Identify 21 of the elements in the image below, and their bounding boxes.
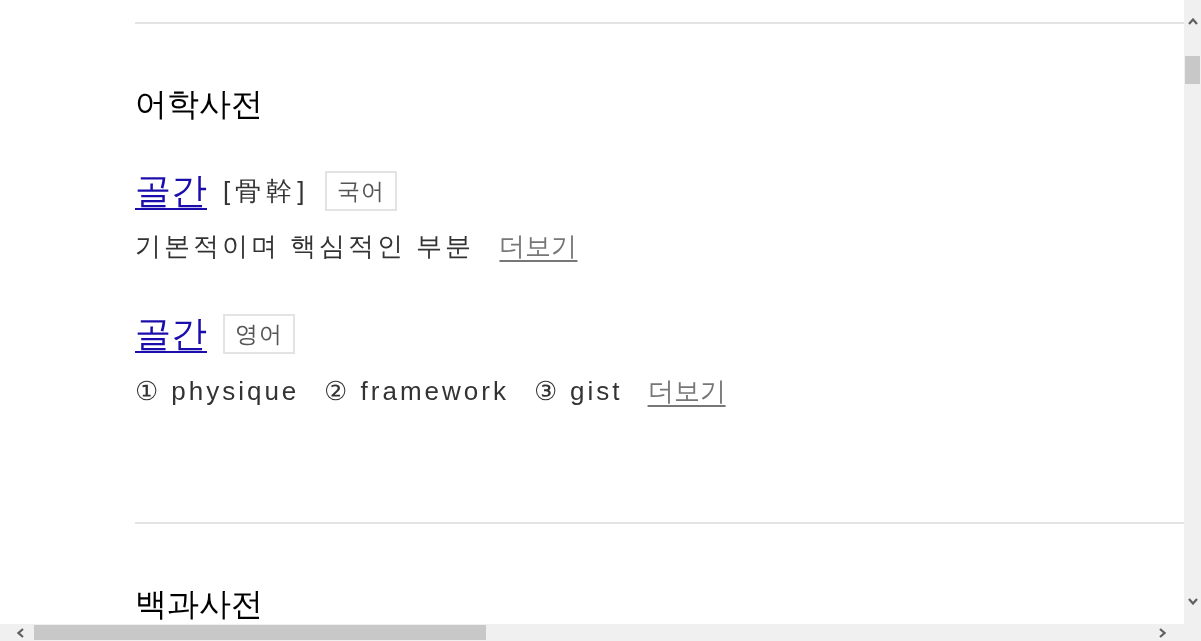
chevron-up-icon[interactable] [1187, 18, 1198, 25]
definition-text: ① physique [135, 375, 300, 408]
headword-link[interactable]: 골간 [135, 312, 207, 356]
chevron-down-icon[interactable] [1187, 598, 1198, 605]
more-link[interactable]: 더보기 [499, 228, 578, 264]
chevron-left-icon[interactable] [17, 627, 24, 638]
scrollbar-thumb[interactable] [1185, 56, 1200, 84]
section-title: 어학사전 [135, 88, 263, 120]
language-tag: 영어 [223, 314, 295, 354]
section-title: 백과사전 [135, 588, 263, 620]
definition-text: ② framework [324, 375, 509, 408]
chevron-right-icon[interactable] [1159, 627, 1166, 638]
definition-text: 기본적이며 핵심적인 부분 [135, 230, 475, 263]
hanja-text: [骨幹] [223, 175, 310, 207]
definition-text: ③ gist [533, 375, 623, 408]
scrollbar-thumb[interactable] [34, 625, 486, 640]
vertical-scrollbar[interactable] [1184, 0, 1201, 624]
headword-link[interactable]: 골간 [135, 169, 207, 213]
language-tag: 국어 [325, 171, 398, 211]
more-link[interactable]: 더보기 [647, 373, 726, 409]
horizontal-scrollbar[interactable] [0, 624, 1184, 641]
